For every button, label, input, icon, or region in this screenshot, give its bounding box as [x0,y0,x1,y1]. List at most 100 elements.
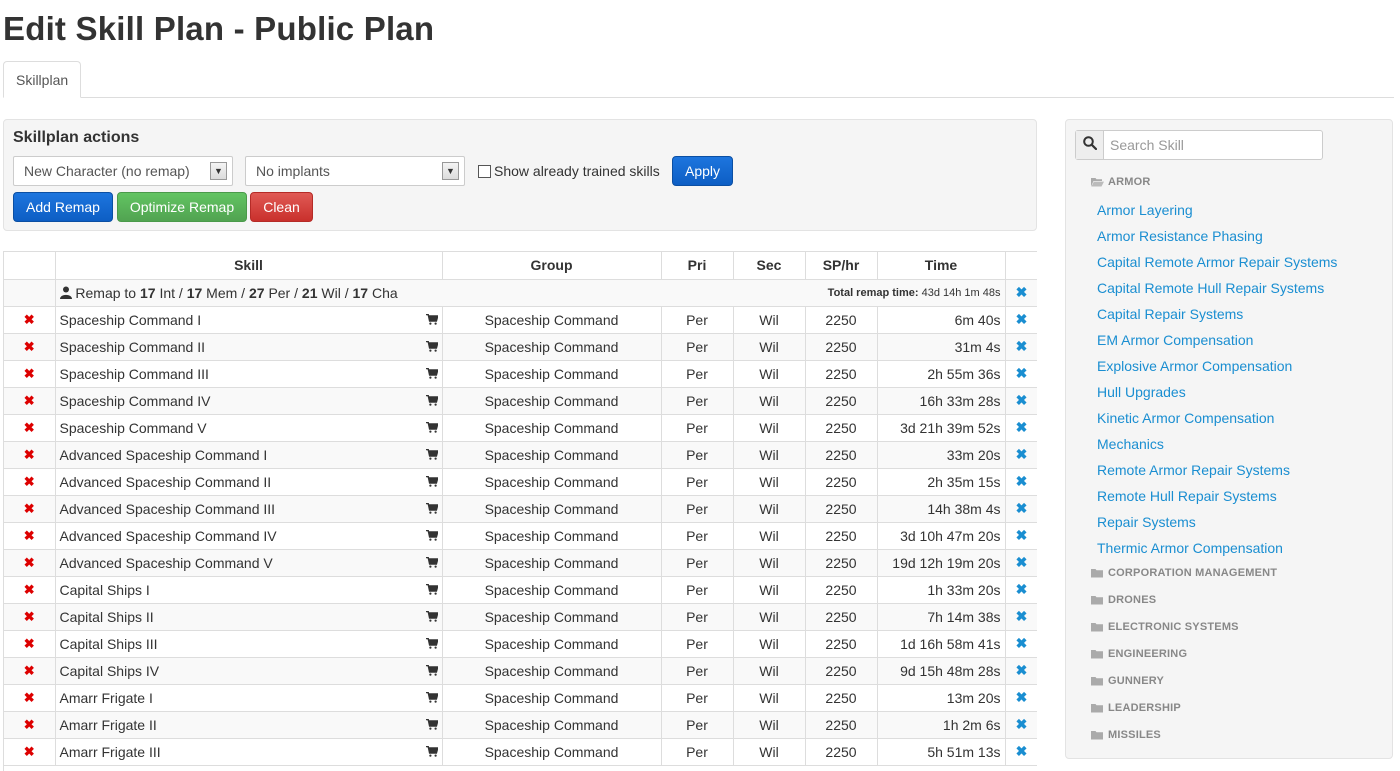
remove-skill-icon[interactable]: ✖ [1016,716,1028,732]
skill-group-item[interactable]: ENGINEERING [1091,648,1187,660]
optimize-remap-button[interactable]: Optimize Remap [117,192,247,222]
remove-skill-icon[interactable]: ✖ [1016,608,1028,624]
skill-group-item[interactable]: LEADERSHIP [1091,702,1181,714]
delete-skill-icon[interactable]: ✖ [24,366,35,381]
cart-icon[interactable] [425,528,439,544]
sidebar-skill-link[interactable]: Remote Armor Repair Systems [1097,462,1290,478]
sidebar-skill-link[interactable]: Kinetic Armor Compensation [1097,410,1274,426]
cart-icon[interactable] [425,312,439,328]
remove-skill-icon[interactable]: ✖ [1016,743,1028,759]
delete-skill-icon[interactable]: ✖ [24,393,35,408]
delete-skill-icon[interactable]: ✖ [24,312,35,327]
cart-icon[interactable] [425,555,439,571]
apply-button[interactable]: Apply [672,156,733,186]
sidebar-skill-link[interactable]: Remote Hull Repair Systems [1097,488,1277,504]
skill-group-armor[interactable]: ARMOR [1091,176,1151,188]
delete-skill-icon[interactable]: ✖ [24,582,35,597]
delete-skill-icon[interactable]: ✖ [24,690,35,705]
skill-name[interactable]: Advanced Spaceship Command I [60,447,268,463]
delete-skill-icon[interactable]: ✖ [24,636,35,651]
cart-icon[interactable] [425,447,439,463]
cart-icon[interactable] [425,393,439,409]
character-select[interactable]: New Character (no remap) ▼ [13,156,233,186]
show-trained-checkbox[interactable] [478,165,491,178]
remove-skill-icon[interactable]: ✖ [1016,527,1028,543]
remove-skill-icon[interactable]: ✖ [1016,689,1028,705]
delete-skill-icon[interactable]: ✖ [24,663,35,678]
cart-icon[interactable] [425,663,439,679]
remove-skill-icon[interactable]: ✖ [1016,365,1028,381]
col-header-sec[interactable]: Sec [733,252,806,280]
skill-name[interactable]: Capital Ships I [60,582,150,598]
col-header-skill[interactable]: Skill [55,252,443,280]
sidebar-skill-link[interactable]: Repair Systems [1097,514,1196,530]
skill-name[interactable]: Amarr Frigate II [60,717,157,733]
add-remap-button[interactable]: Add Remap [13,192,113,222]
skill-group-item[interactable]: ELECTRONIC SYSTEMS [1091,621,1239,633]
sidebar-skill-link[interactable]: Armor Resistance Phasing [1097,228,1263,244]
delete-skill-icon[interactable]: ✖ [24,474,35,489]
skill-name[interactable]: Advanced Spaceship Command V [60,555,273,571]
col-header-time[interactable]: Time [877,252,1006,280]
skill-name[interactable]: Amarr Frigate I [60,690,153,706]
sidebar-skill-link[interactable]: EM Armor Compensation [1097,332,1253,348]
remove-skill-icon[interactable]: ✖ [1016,338,1028,354]
col-header-sphr[interactable]: SP/hr [805,252,878,280]
skill-name[interactable]: Spaceship Command IV [60,393,211,409]
cart-icon[interactable] [425,339,439,355]
sidebar-skill-link[interactable]: Mechanics [1097,436,1164,452]
skill-name[interactable]: Capital Ships II [60,609,154,625]
remove-skill-icon[interactable]: ✖ [1016,635,1028,651]
cart-icon[interactable] [425,717,439,733]
skill-name[interactable]: Spaceship Command V [60,420,207,436]
delete-skill-icon[interactable]: ✖ [24,501,35,516]
cart-icon[interactable] [425,474,439,490]
delete-skill-icon[interactable]: ✖ [24,447,35,462]
cart-icon[interactable] [425,690,439,706]
sidebar-skill-link[interactable]: Explosive Armor Compensation [1097,358,1292,374]
remove-skill-icon[interactable]: ✖ [1016,581,1028,597]
remove-skill-icon[interactable]: ✖ [1016,311,1028,327]
skill-group-item[interactable]: CORPORATION MANAGEMENT [1091,567,1277,579]
tab-skillplan[interactable]: Skillplan [3,61,82,98]
remove-skill-icon[interactable]: ✖ [1016,419,1028,435]
delete-skill-icon[interactable]: ✖ [24,339,35,354]
skill-name[interactable]: Advanced Spaceship Command II [60,474,272,490]
cart-icon[interactable] [425,744,439,760]
clean-button[interactable]: Clean [250,192,313,222]
delete-skill-icon[interactable]: ✖ [24,528,35,543]
delete-skill-icon[interactable]: ✖ [24,555,35,570]
skill-name[interactable]: Spaceship Command II [60,339,206,355]
skill-name[interactable]: Advanced Spaceship Command IV [60,528,277,544]
cart-icon[interactable] [425,366,439,382]
cart-icon[interactable] [425,609,439,625]
skill-name[interactable]: Spaceship Command III [60,366,209,382]
delete-skill-icon[interactable]: ✖ [24,717,35,732]
skill-group-item[interactable]: DRONES [1091,594,1156,606]
sidebar-skill-link[interactable]: Hull Upgrades [1097,384,1186,400]
delete-skill-icon[interactable]: ✖ [24,744,35,759]
search-skill-input[interactable]: Search Skill [1110,137,1184,153]
skill-name[interactable]: Advanced Spaceship Command III [60,501,276,517]
skill-group-item[interactable]: GUNNERY [1091,675,1164,687]
cart-icon[interactable] [425,582,439,598]
sidebar-skill-link[interactable]: Thermic Armor Compensation [1097,540,1283,556]
delete-skill-icon[interactable]: ✖ [24,609,35,624]
skill-name[interactable]: Spaceship Command I [60,312,202,328]
skill-name[interactable]: Capital Ships III [60,636,158,652]
skill-name[interactable]: Amarr Frigate III [60,744,161,760]
remove-skill-icon[interactable]: ✖ [1016,554,1028,570]
sidebar-skill-link[interactable]: Capital Remote Hull Repair Systems [1097,280,1324,296]
sidebar-skill-link[interactable]: Capital Repair Systems [1097,306,1243,322]
cart-icon[interactable] [425,636,439,652]
remove-skill-icon[interactable]: ✖ [1016,473,1028,489]
remove-skill-icon[interactable]: ✖ [1016,446,1028,462]
show-trained-toggle[interactable]: Show already trained skills [478,163,660,179]
remove-remap-icon[interactable]: ✖ [1016,284,1028,300]
skill-group-item[interactable]: MISSILES [1091,729,1161,741]
cart-icon[interactable] [425,420,439,436]
delete-skill-icon[interactable]: ✖ [24,420,35,435]
sidebar-skill-link[interactable]: Armor Layering [1097,202,1193,218]
skill-name[interactable]: Capital Ships IV [60,663,160,679]
remove-skill-icon[interactable]: ✖ [1016,392,1028,408]
